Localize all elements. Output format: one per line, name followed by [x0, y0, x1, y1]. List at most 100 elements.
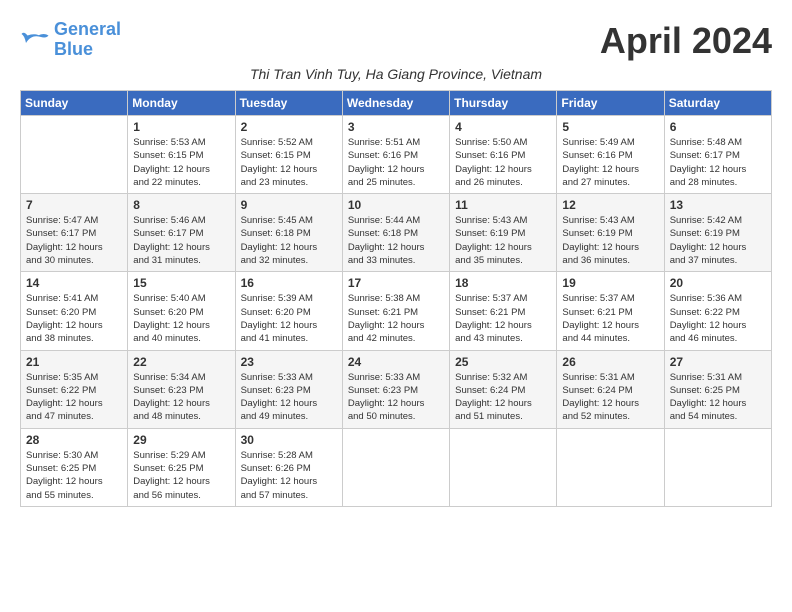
- calendar-cell: 10 Sunrise: 5:44 AM Sunset: 6:18 PM Dayli…: [342, 194, 449, 272]
- calendar-cell: 11 Sunrise: 5:43 AM Sunset: 6:19 PM Dayli…: [450, 194, 557, 272]
- calendar-cell: 4 Sunrise: 5:50 AM Sunset: 6:16 PM Daylig…: [450, 116, 557, 194]
- day-info: Sunrise: 5:29 AM Sunset: 6:25 PM Dayligh…: [133, 449, 229, 502]
- day-number: 4: [455, 120, 551, 134]
- day-number: 14: [26, 276, 122, 290]
- day-info: Sunrise: 5:44 AM Sunset: 6:18 PM Dayligh…: [348, 214, 444, 267]
- calendar-cell: 3 Sunrise: 5:51 AM Sunset: 6:16 PM Daylig…: [342, 116, 449, 194]
- day-number: 17: [348, 276, 444, 290]
- day-info: Sunrise: 5:51 AM Sunset: 6:16 PM Dayligh…: [348, 136, 444, 189]
- day-info: Sunrise: 5:33 AM Sunset: 6:23 PM Dayligh…: [241, 371, 337, 424]
- calendar-cell: [450, 428, 557, 506]
- day-number: 12: [562, 198, 658, 212]
- calendar-cell: 23 Sunrise: 5:33 AM Sunset: 6:23 PM Dayli…: [235, 350, 342, 428]
- day-info: Sunrise: 5:28 AM Sunset: 6:26 PM Dayligh…: [241, 449, 337, 502]
- day-number: 10: [348, 198, 444, 212]
- day-number: 7: [26, 198, 122, 212]
- day-number: 26: [562, 355, 658, 369]
- column-header-thursday: Thursday: [450, 91, 557, 116]
- day-info: Sunrise: 5:38 AM Sunset: 6:21 PM Dayligh…: [348, 292, 444, 345]
- day-number: 8: [133, 198, 229, 212]
- calendar-cell: 8 Sunrise: 5:46 AM Sunset: 6:17 PM Daylig…: [128, 194, 235, 272]
- day-info: Sunrise: 5:32 AM Sunset: 6:24 PM Dayligh…: [455, 371, 551, 424]
- day-number: 28: [26, 433, 122, 447]
- column-header-sunday: Sunday: [21, 91, 128, 116]
- calendar-cell: 21 Sunrise: 5:35 AM Sunset: 6:22 PM Dayli…: [21, 350, 128, 428]
- calendar-cell: 13 Sunrise: 5:42 AM Sunset: 6:19 PM Dayli…: [664, 194, 771, 272]
- day-number: 25: [455, 355, 551, 369]
- day-info: Sunrise: 5:37 AM Sunset: 6:21 PM Dayligh…: [562, 292, 658, 345]
- day-info: Sunrise: 5:45 AM Sunset: 6:18 PM Dayligh…: [241, 214, 337, 267]
- calendar-cell: [664, 428, 771, 506]
- calendar-cell: 29 Sunrise: 5:29 AM Sunset: 6:25 PM Dayli…: [128, 428, 235, 506]
- calendar-cell: [557, 428, 664, 506]
- calendar-cell: 7 Sunrise: 5:47 AM Sunset: 6:17 PM Daylig…: [21, 194, 128, 272]
- day-number: 13: [670, 198, 766, 212]
- calendar-cell: 24 Sunrise: 5:33 AM Sunset: 6:23 PM Dayli…: [342, 350, 449, 428]
- column-header-wednesday: Wednesday: [342, 91, 449, 116]
- day-info: Sunrise: 5:43 AM Sunset: 6:19 PM Dayligh…: [562, 214, 658, 267]
- day-number: 6: [670, 120, 766, 134]
- calendar-cell: 17 Sunrise: 5:38 AM Sunset: 6:21 PM Dayli…: [342, 272, 449, 350]
- calendar-cell: 15Sunrise: 5:40 AM Sunset: 6:20 PM Dayli…: [128, 272, 235, 350]
- day-info: Sunrise: 5:34 AM Sunset: 6:23 PM Dayligh…: [133, 371, 229, 424]
- day-number: 11: [455, 198, 551, 212]
- day-info: Sunrise: 5:41 AM Sunset: 6:20 PM Dayligh…: [26, 292, 122, 345]
- calendar-cell: 16 Sunrise: 5:39 AM Sunset: 6:20 PM Dayli…: [235, 272, 342, 350]
- day-number: 21: [26, 355, 122, 369]
- day-info: Sunrise: 5:53 AM Sunset: 6:15 PM Dayligh…: [133, 136, 229, 189]
- subtitle: Thi Tran Vinh Tuy, Ha Giang Province, Vi…: [20, 66, 772, 82]
- calendar-cell: 2Sunrise: 5:52 AM Sunset: 6:15 PM Daylig…: [235, 116, 342, 194]
- calendar-cell: 30 Sunrise: 5:28 AM Sunset: 6:26 PM Dayli…: [235, 428, 342, 506]
- day-number: 22: [133, 355, 229, 369]
- day-info: Sunrise: 5:48 AM Sunset: 6:17 PM Dayligh…: [670, 136, 766, 189]
- day-info: Sunrise: 5:33 AM Sunset: 6:23 PM Dayligh…: [348, 371, 444, 424]
- day-info: Sunrise: 5:47 AM Sunset: 6:17 PM Dayligh…: [26, 214, 122, 267]
- calendar-cell: 22 Sunrise: 5:34 AM Sunset: 6:23 PM Dayli…: [128, 350, 235, 428]
- day-number: 30: [241, 433, 337, 447]
- calendar-cell: 1Sunrise: 5:53 AM Sunset: 6:15 PM Daylig…: [128, 116, 235, 194]
- day-info: Sunrise: 5:31 AM Sunset: 6:25 PM Dayligh…: [670, 371, 766, 424]
- day-info: Sunrise: 5:42 AM Sunset: 6:19 PM Dayligh…: [670, 214, 766, 267]
- day-number: 18: [455, 276, 551, 290]
- day-info: Sunrise: 5:37 AM Sunset: 6:21 PM Dayligh…: [455, 292, 551, 345]
- calendar-cell: 5 Sunrise: 5:49 AM Sunset: 6:16 PM Daylig…: [557, 116, 664, 194]
- day-info: Sunrise: 5:36 AM Sunset: 6:22 PM Dayligh…: [670, 292, 766, 345]
- day-number: 23: [241, 355, 337, 369]
- calendar-cell: 12 Sunrise: 5:43 AM Sunset: 6:19 PM Dayli…: [557, 194, 664, 272]
- calendar-cell: 6 Sunrise: 5:48 AM Sunset: 6:17 PM Daylig…: [664, 116, 771, 194]
- day-number: 19: [562, 276, 658, 290]
- day-number: 27: [670, 355, 766, 369]
- day-number: 9: [241, 198, 337, 212]
- day-info: Sunrise: 5:49 AM Sunset: 6:16 PM Dayligh…: [562, 136, 658, 189]
- logo-icon: [20, 28, 50, 52]
- calendar-cell: [21, 116, 128, 194]
- day-info: Sunrise: 5:30 AM Sunset: 6:25 PM Dayligh…: [26, 449, 122, 502]
- day-info: Sunrise: 5:39 AM Sunset: 6:20 PM Dayligh…: [241, 292, 337, 345]
- calendar-cell: 26 Sunrise: 5:31 AM Sunset: 6:24 PM Dayli…: [557, 350, 664, 428]
- day-number: 29: [133, 433, 229, 447]
- day-number: 20: [670, 276, 766, 290]
- day-info: Sunrise: 5:52 AM Sunset: 6:15 PM Dayligh…: [241, 136, 337, 189]
- column-header-monday: Monday: [128, 91, 235, 116]
- calendar-cell: 19 Sunrise: 5:37 AM Sunset: 6:21 PM Dayli…: [557, 272, 664, 350]
- calendar-table: SundayMondayTuesdayWednesdayThursdayFrid…: [20, 90, 772, 507]
- calendar-cell: 25 Sunrise: 5:32 AM Sunset: 6:24 PM Dayli…: [450, 350, 557, 428]
- month-title: April 2024: [600, 20, 772, 62]
- day-number: 5: [562, 120, 658, 134]
- column-header-friday: Friday: [557, 91, 664, 116]
- day-info: Sunrise: 5:43 AM Sunset: 6:19 PM Dayligh…: [455, 214, 551, 267]
- calendar-cell: 27 Sunrise: 5:31 AM Sunset: 6:25 PM Dayli…: [664, 350, 771, 428]
- day-number: 16: [241, 276, 337, 290]
- calendar-cell: 28 Sunrise: 5:30 AM Sunset: 6:25 PM Dayli…: [21, 428, 128, 506]
- column-header-tuesday: Tuesday: [235, 91, 342, 116]
- day-number: 15: [133, 276, 229, 290]
- day-info: Sunrise: 5:35 AM Sunset: 6:22 PM Dayligh…: [26, 371, 122, 424]
- day-info: Sunrise: 5:31 AM Sunset: 6:24 PM Dayligh…: [562, 371, 658, 424]
- day-info: Sunrise: 5:46 AM Sunset: 6:17 PM Dayligh…: [133, 214, 229, 267]
- day-number: 3: [348, 120, 444, 134]
- calendar-cell: 20 Sunrise: 5:36 AM Sunset: 6:22 PM Dayli…: [664, 272, 771, 350]
- day-info: Sunrise: 5:50 AM Sunset: 6:16 PM Dayligh…: [455, 136, 551, 189]
- day-number: 24: [348, 355, 444, 369]
- calendar-cell: 14 Sunrise: 5:41 AM Sunset: 6:20 PM Dayli…: [21, 272, 128, 350]
- column-header-saturday: Saturday: [664, 91, 771, 116]
